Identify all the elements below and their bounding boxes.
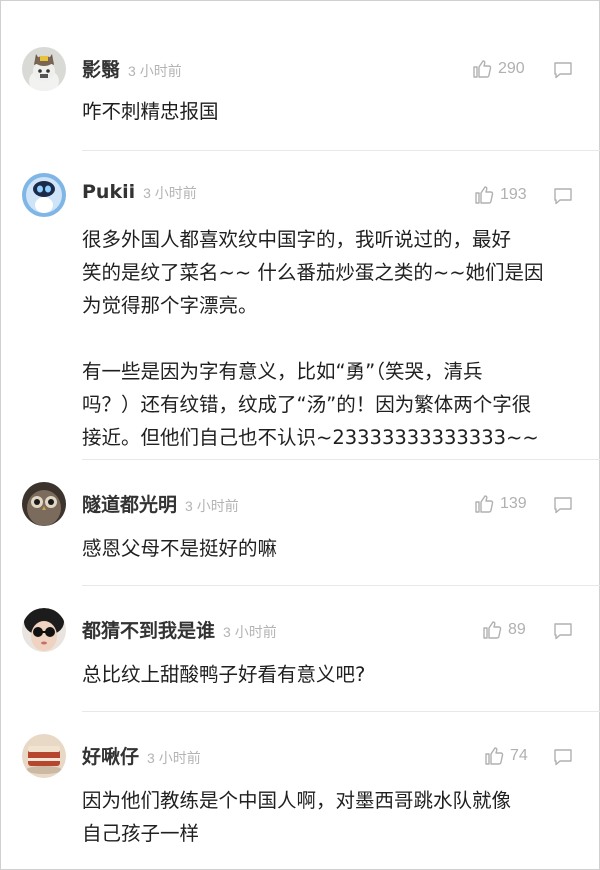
reply-icon[interactable] [553, 496, 573, 514]
reply-icon[interactable] [553, 748, 573, 766]
comment-username[interactable]: 影翳 3 小时前 [82, 55, 182, 82]
like-button[interactable]: 74 [484, 746, 528, 766]
like-count: 193 [500, 186, 527, 203]
comment-time: 3 小时前 [147, 750, 201, 766]
owl-avatar[interactable] [22, 482, 66, 526]
comment-time: 3 小时前 [143, 185, 197, 201]
reply-icon[interactable] [553, 622, 573, 640]
like-button[interactable]: 290 [472, 59, 525, 79]
thumbs-up-icon [475, 495, 494, 513]
like-button[interactable]: 139 [474, 494, 527, 514]
like-count: 74 [510, 747, 528, 764]
comment-time: 3 小时前 [185, 498, 239, 514]
thumbs-up-icon [485, 747, 504, 765]
glasses-person-avatar[interactable] [22, 608, 66, 652]
comment-username[interactable]: 好啾仔 3 小时前 [82, 742, 201, 769]
comment-text: 咋不刺精忠报国 [82, 100, 219, 123]
comment-text: 很多外国人都喜欢纹中国字的，我听说过的，最好 笑的是纹了菜名~~ 什么番茄炒蛋之… [82, 228, 544, 449]
like-count: 290 [498, 60, 525, 77]
comment-username[interactable]: 都猜不到我是谁 3 小时前 [82, 616, 277, 643]
divider [82, 150, 600, 151]
divider [82, 459, 600, 460]
reply-icon[interactable] [553, 187, 573, 205]
robot-avatar[interactable] [22, 173, 66, 217]
comment-time: 3 小时前 [128, 63, 182, 79]
like-count: 139 [500, 495, 527, 512]
food-avatar[interactable] [22, 734, 66, 778]
like-count: 89 [508, 621, 526, 638]
divider [82, 585, 600, 586]
thumbs-up-icon [475, 186, 494, 204]
reply-icon[interactable] [553, 61, 573, 79]
thumbs-up-icon [473, 60, 492, 78]
like-button[interactable]: 89 [482, 620, 526, 640]
comment-text: 因为他们教练是个中国人啊，对墨西哥跳水队就像 自己孩子一样 [82, 789, 512, 845]
comment-text: 感恩父母不是挺好的嘛 [82, 537, 278, 560]
comment-username[interactable]: 隧道都光明 3 小时前 [82, 490, 239, 517]
thumbs-up-icon [483, 621, 502, 639]
divider [82, 711, 600, 712]
comment-text: 总比纹上甜酸鸭子好看有意义吧? [82, 663, 366, 686]
like-button[interactable]: 193 [474, 185, 527, 205]
comment-username[interactable]: Pukii 3 小时前 [82, 181, 197, 203]
comment-time: 3 小时前 [223, 624, 277, 640]
cat-avatar[interactable] [22, 47, 66, 91]
